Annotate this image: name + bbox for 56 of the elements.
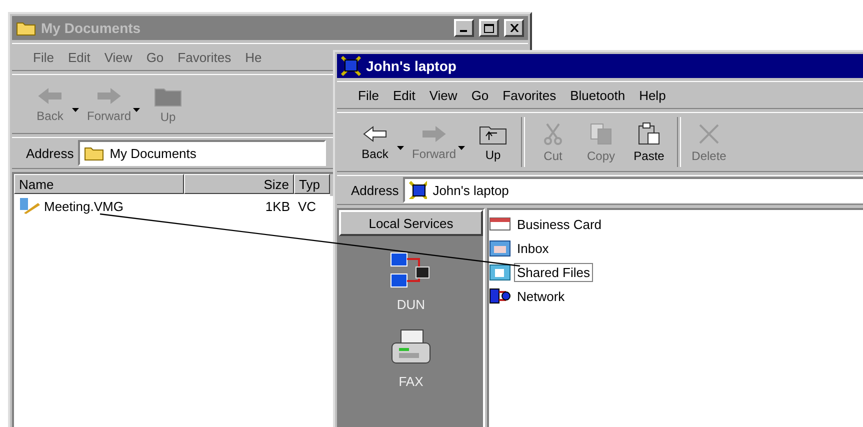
column-header[interactable]: Name — [14, 174, 184, 194]
menu-item[interactable]: He — [238, 48, 269, 66]
dropdown-caret-icon[interactable] — [458, 146, 466, 150]
column-header[interactable]: Size — [184, 174, 294, 194]
maximize-icon — [484, 24, 494, 32]
menu-item[interactable]: Go — [464, 86, 496, 104]
copy-icon — [589, 122, 614, 146]
toolbar-button[interactable]: Up — [469, 120, 518, 164]
delete-x-icon — [697, 122, 722, 146]
folder-icon — [16, 20, 36, 36]
list-entry[interactable]: Inbox — [514, 238, 552, 258]
table-cell-text: 1KB — [264, 198, 291, 214]
menu-item[interactable]: Favorites — [170, 48, 238, 66]
network-icon — [489, 287, 511, 305]
file-name[interactable]: Meeting.VMG — [14, 197, 184, 215]
menu-item[interactable]: Help — [632, 86, 673, 104]
address-label: Address — [26, 146, 74, 160]
forward-arrow-icon — [96, 86, 122, 106]
address-label: Address — [351, 182, 399, 198]
forward-arrow-icon — [421, 124, 447, 144]
menu-item[interactable]: File — [351, 86, 386, 104]
toolbar-button[interactable]: Paste — [625, 120, 674, 164]
back-arrow-icon — [37, 86, 63, 106]
menu-item[interactable]: Go — [139, 48, 171, 66]
address-field[interactable]: My Documents — [78, 140, 326, 166]
dropdown-caret-icon[interactable] — [397, 146, 404, 150]
window-title: My Documents — [41, 20, 142, 36]
address-field[interactable]: John's laptop — [402, 177, 863, 203]
list-entry[interactable]: Network — [514, 286, 568, 306]
file-icon — [18, 197, 40, 215]
window-title: John's laptop — [366, 58, 458, 74]
toolbar-button[interactable]: Back — [351, 122, 399, 162]
table-cell-text: VC — [297, 198, 318, 214]
folder-icon — [84, 145, 104, 161]
menu-item[interactable]: Edit — [386, 86, 422, 104]
dropdown-caret-icon[interactable] — [72, 108, 79, 112]
menu-item[interactable]: Favorites — [496, 86, 564, 104]
minimize-button[interactable] — [454, 19, 474, 37]
menu-item[interactable]: Edit — [60, 48, 98, 66]
menu-item[interactable]: View — [422, 86, 464, 104]
computer-icon — [408, 181, 427, 199]
menu-item[interactable]: View — [97, 48, 140, 66]
dropdown-caret-icon[interactable] — [133, 108, 140, 112]
back-arrow-icon — [362, 124, 388, 144]
column-header[interactable]: Typ — [294, 174, 330, 194]
menu-item[interactable]: File — [26, 48, 61, 66]
inbox-icon — [489, 239, 511, 257]
pane-header[interactable]: Local Services — [339, 210, 483, 236]
close-icon — [510, 24, 518, 32]
menu-item[interactable]: Bluetooth — [563, 86, 632, 104]
close-button[interactable] — [504, 19, 524, 37]
computer-icon — [341, 56, 361, 76]
clipboard-icon — [637, 122, 662, 146]
list-entry[interactable]: Shared Files — [514, 262, 593, 282]
maximize-button[interactable] — [479, 19, 499, 37]
list-entry[interactable]: Business Card — [514, 214, 605, 234]
